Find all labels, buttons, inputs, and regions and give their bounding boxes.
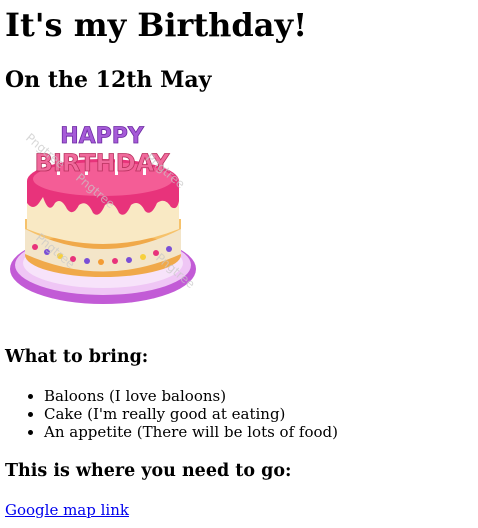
map-link-container: Google map link bbox=[5, 500, 473, 520]
list-item: An appetite (There will be lots of food) bbox=[44, 423, 473, 441]
topper-happy: HAPPY bbox=[60, 124, 145, 149]
date-subheading: On the 12th May bbox=[5, 67, 212, 93]
birthday-cake-image: HAPPY BIRTHDAY Pngtree Pngtree Pngtree P… bbox=[5, 119, 205, 319]
list-item: Baloons (I love baloons) bbox=[44, 387, 473, 405]
list-item: Cake (I'm really good at eating) bbox=[44, 405, 473, 423]
page-content: It's my Birthday! On the 12th May HAPPY … bbox=[0, 5, 478, 520]
page-title: It's my Birthday! bbox=[5, 6, 308, 44]
location-heading: This is where you need to go: bbox=[5, 461, 292, 481]
birthday-cake-icon: HAPPY BIRTHDAY Pngtree Pngtree Pngtree P… bbox=[10, 124, 198, 304]
what-to-bring-heading: What to bring: bbox=[5, 347, 149, 367]
google-map-link[interactable]: Google map link bbox=[5, 501, 129, 519]
bring-list: Baloons (I love baloons) Cake (I'm reall… bbox=[5, 387, 473, 441]
